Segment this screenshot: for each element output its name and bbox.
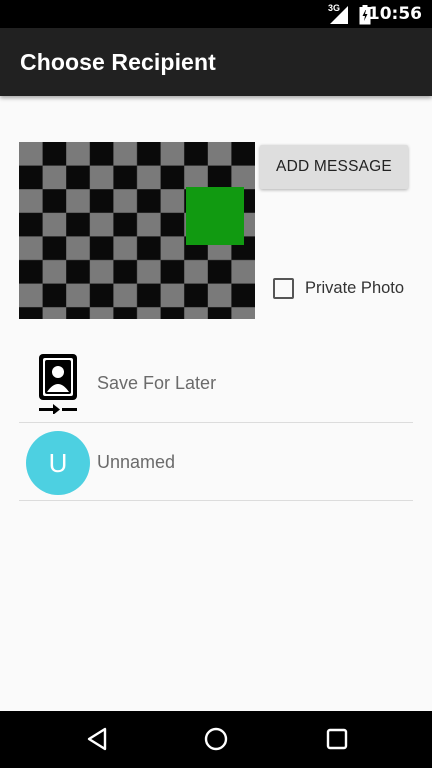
back-icon[interactable]: [86, 727, 108, 756]
list-item-label: Save For Later: [97, 373, 217, 393]
list-item-unnamed[interactable]: U Unnamed: [19, 422, 413, 500]
list-item-save-for-later[interactable]: Save For Later: [19, 345, 413, 423]
checkerboard-image: [19, 142, 255, 319]
avatar: U: [26, 431, 90, 495]
green-square: [186, 187, 244, 245]
save-for-later-icon: [39, 354, 79, 419]
private-photo-row[interactable]: Private Photo: [273, 278, 404, 299]
status-bar: 3G 10:56: [0, 0, 432, 28]
private-photo-label: Private Photo: [305, 279, 405, 297]
recents-icon[interactable]: [326, 727, 348, 756]
home-icon[interactable]: [204, 727, 228, 756]
page-title: Choose Recipient: [20, 49, 216, 75]
list-item-label: Unnamed: [97, 452, 176, 472]
avatar-letter: U: [48, 447, 68, 478]
add-message-button[interactable]: ADD MESSAGE: [260, 145, 408, 189]
signal-icon: [330, 6, 348, 29]
photo-preview[interactable]: [19, 142, 255, 319]
app-bar: Choose Recipient: [0, 28, 432, 96]
navigation-bar: [0, 711, 432, 768]
status-time: 10:56: [367, 4, 422, 24]
private-photo-checkbox[interactable]: [273, 278, 294, 299]
divider: [19, 500, 413, 501]
